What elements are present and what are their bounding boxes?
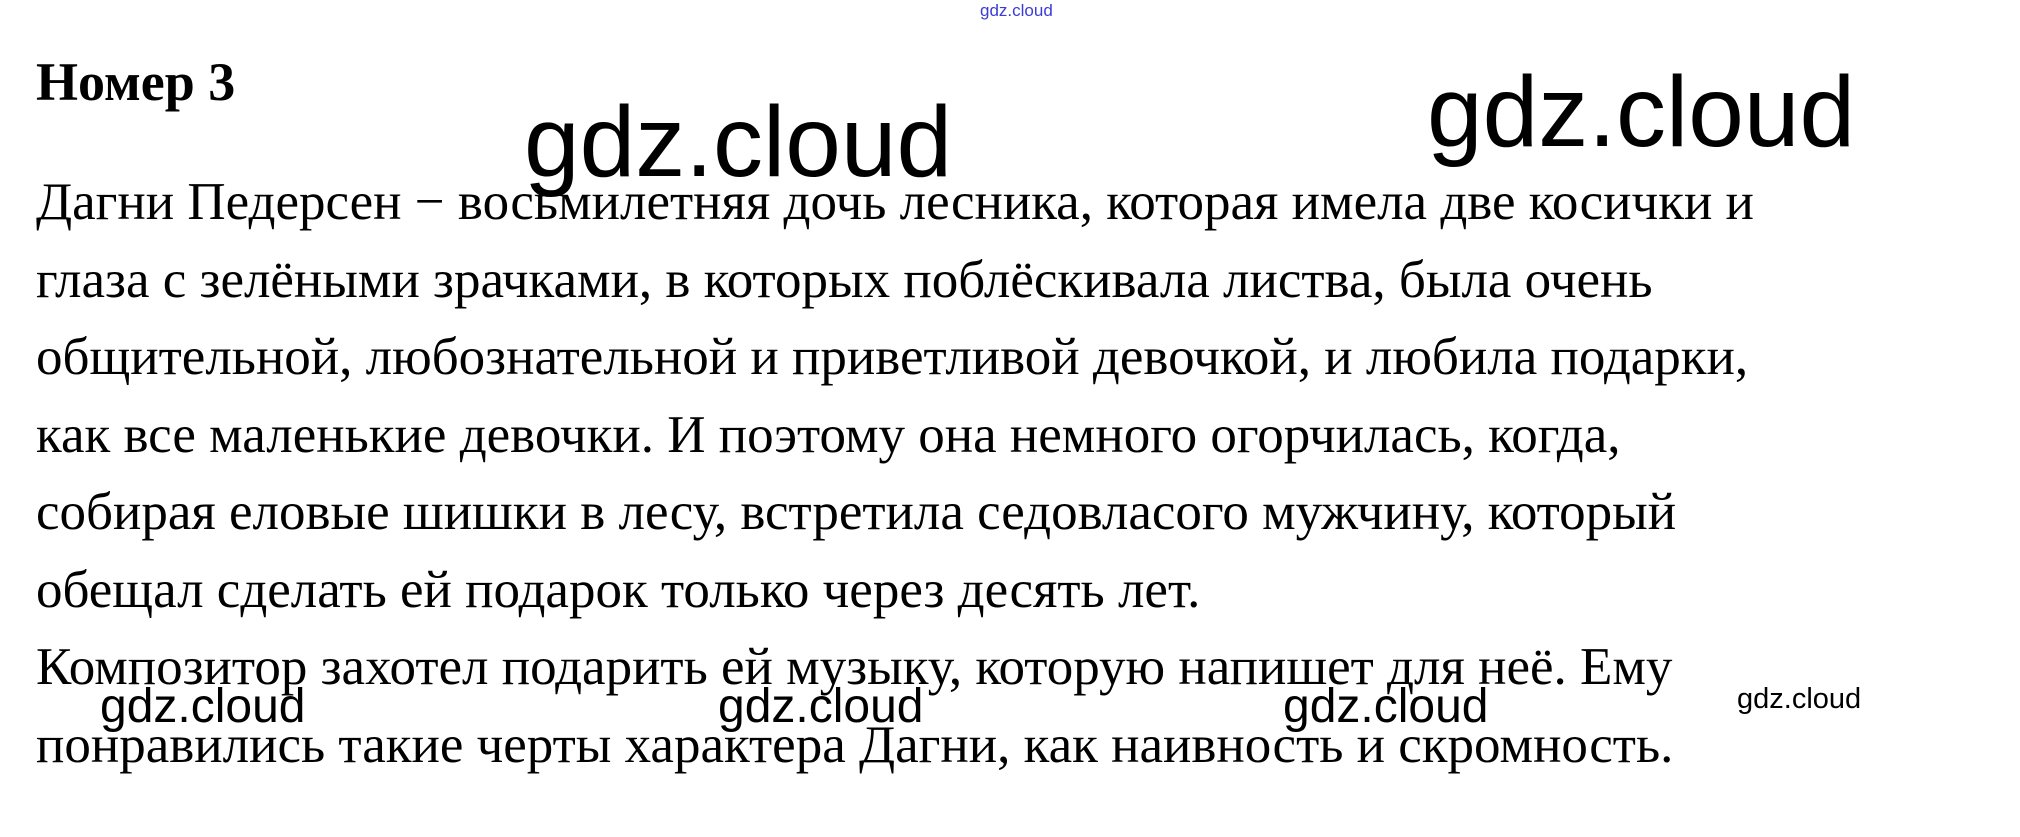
exercise-heading: Номер 3 xyxy=(36,52,236,112)
paragraph-line: как все маленькие девочки. И поэтому она… xyxy=(36,405,1621,464)
paragraph-line: понравились такие черты характера Дагни,… xyxy=(36,715,1674,774)
paragraph-line: Композитор захотел подарить ей музыку, к… xyxy=(36,638,1673,696)
paragraph-line: глаза с зелёными зрачками, в которых поб… xyxy=(36,250,1653,309)
watermark-large-right: gdz.cloud xyxy=(1427,56,1856,168)
watermark-bottom-1: gdz.cloud xyxy=(100,680,306,733)
paragraph-line: обещал сделать ей подарок только через д… xyxy=(36,560,1201,619)
paragraph-line: общительной, любознательной и приветливо… xyxy=(36,328,1749,386)
watermark-large-left: gdz.cloud xyxy=(524,86,953,198)
paragraph-line: собирая еловые шишки в лесу, встретила с… xyxy=(36,483,1677,541)
paragraph-line: Дагни Педерсен − восьмилетняя дочь лесни… xyxy=(36,173,1754,231)
document-page: Номер 3 Дагни Педерсен − восьмилетняя до… xyxy=(0,0,2020,837)
watermark-bottom-small: gdz.cloud xyxy=(1737,683,1862,715)
answer-paragraph: Дагни Педерсен − восьмилетняя дочь лесни… xyxy=(36,164,1996,784)
watermark-bottom-2: gdz.cloud xyxy=(718,680,924,733)
watermark-bottom-3: gdz.cloud xyxy=(1283,680,1489,733)
watermark-top-small: gdz.cloud xyxy=(980,1,1053,20)
